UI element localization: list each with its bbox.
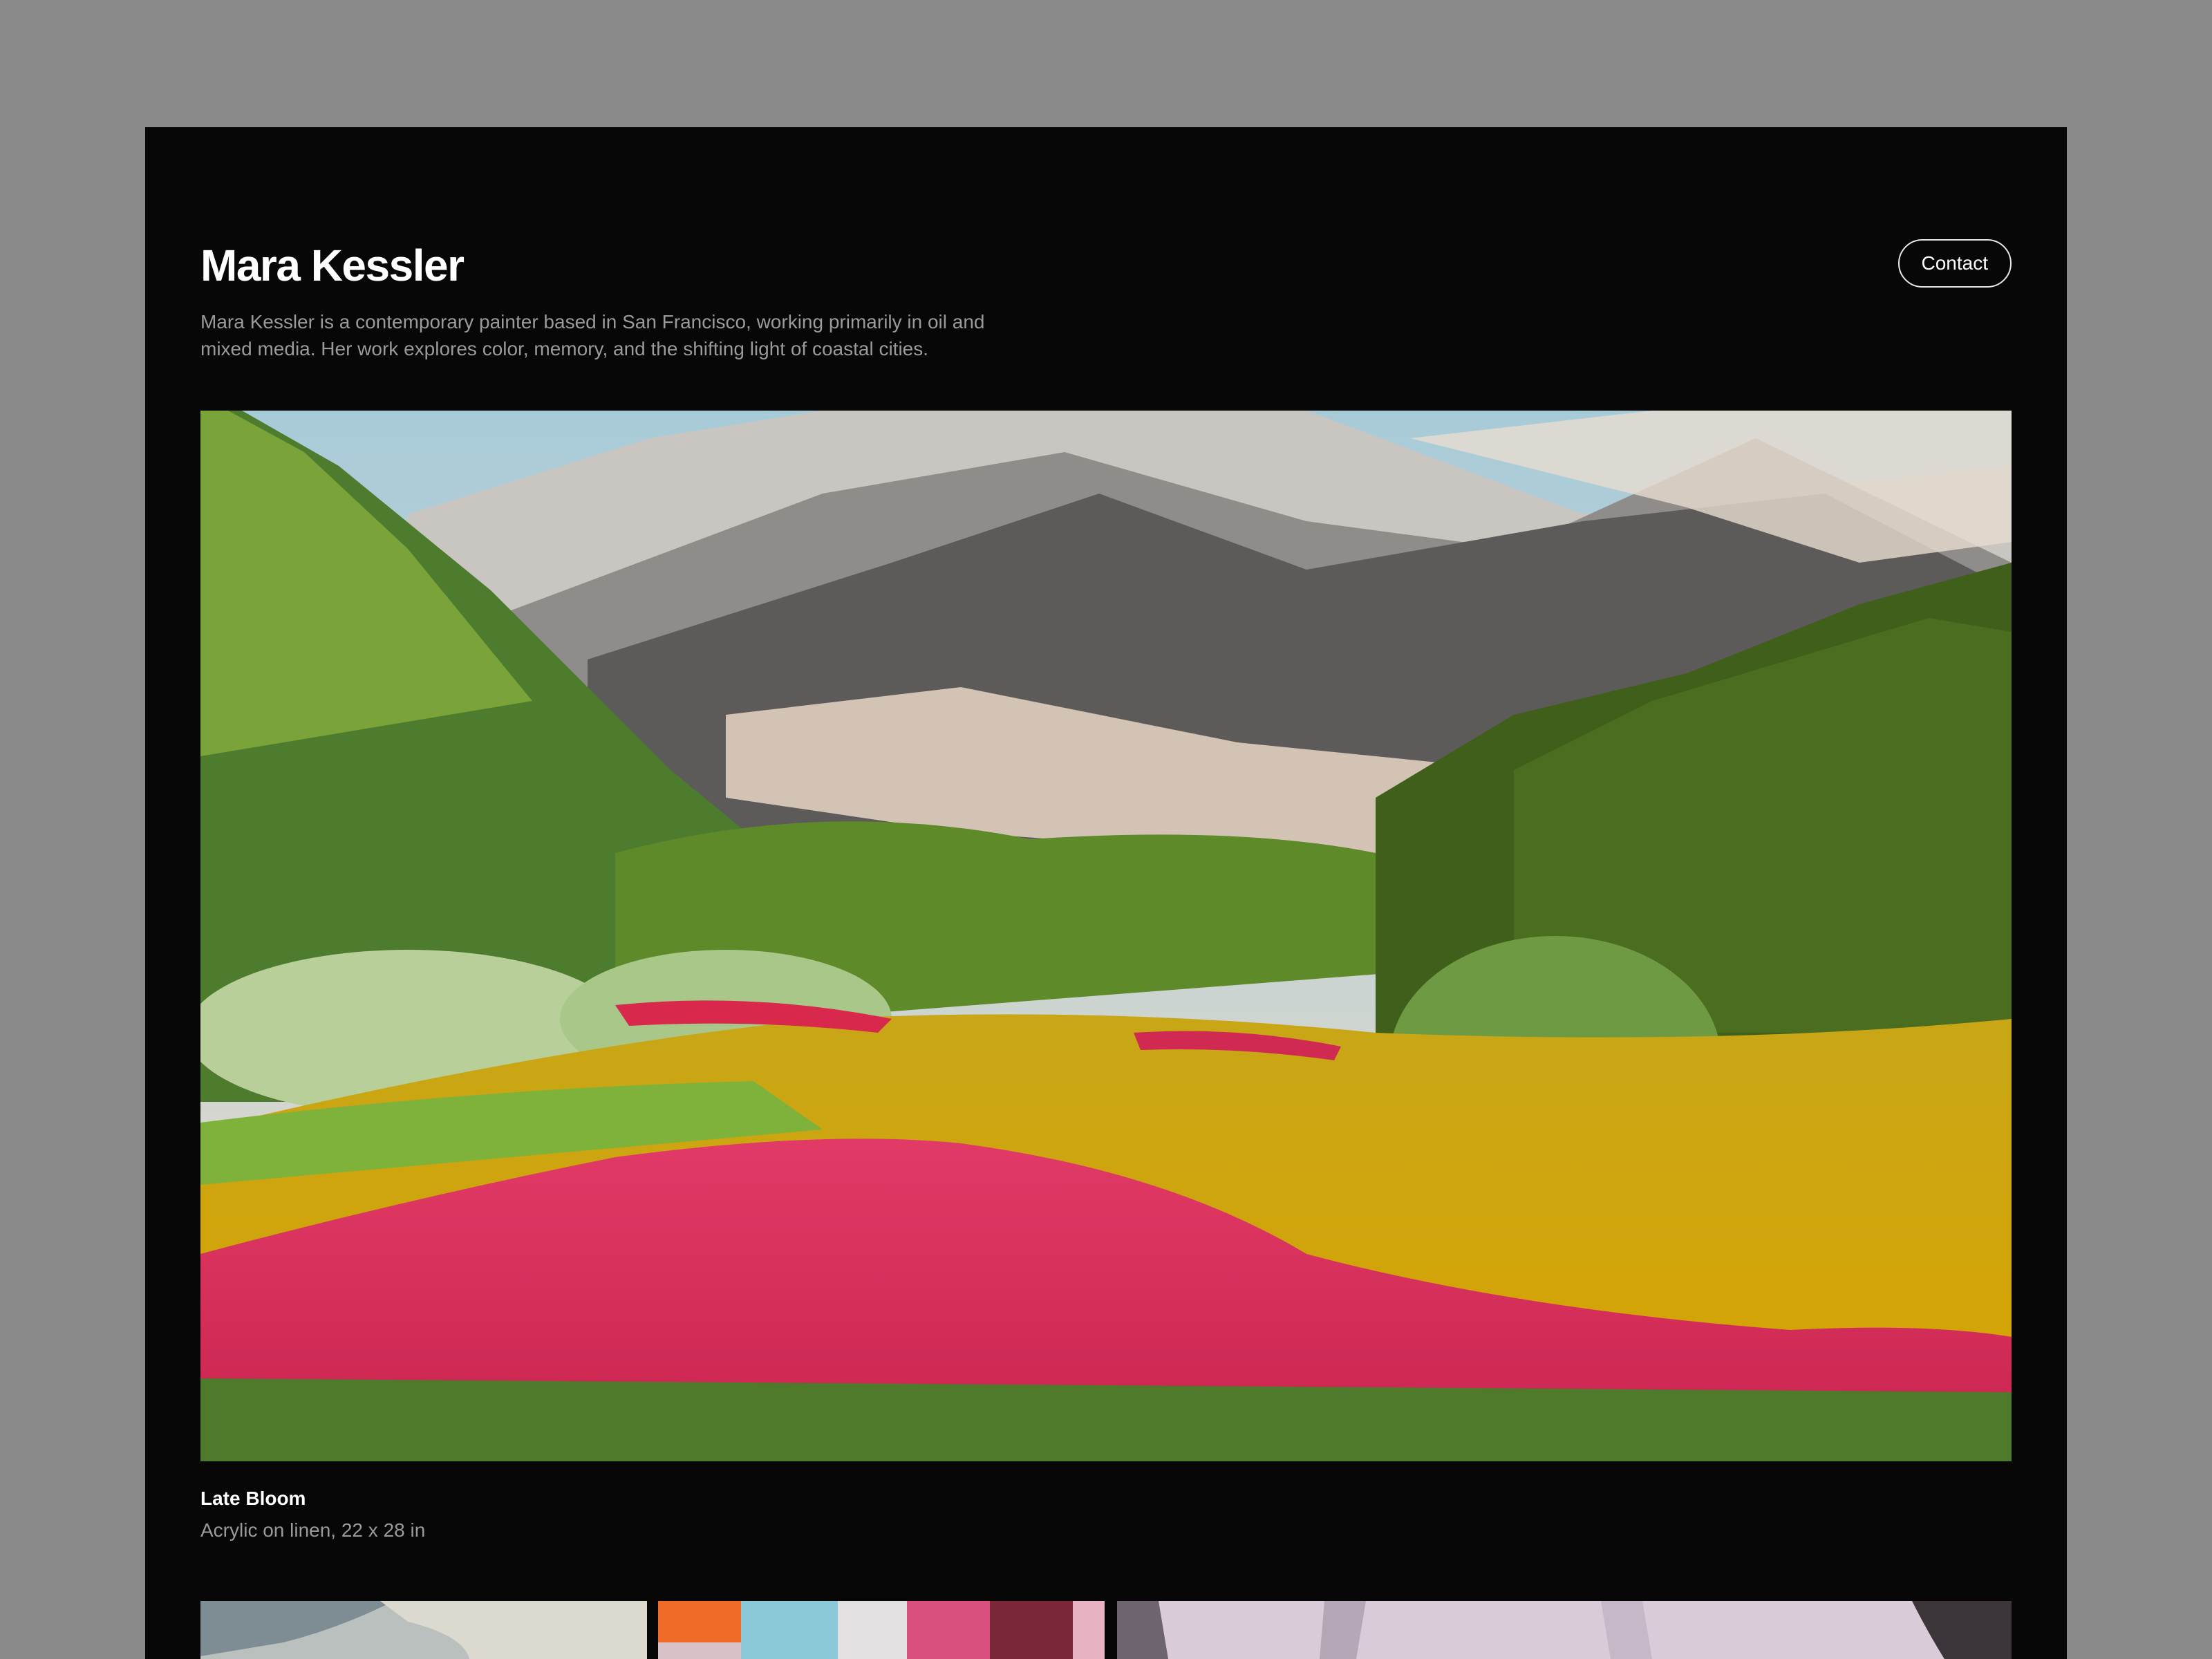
portfolio-page: Mara Kessler Mara Kessler is a contempor… [145, 127, 2067, 1659]
gallery-thumbnail[interactable] [200, 1601, 647, 1659]
artwork-caption: Late Bloom Acrylic on linen, 22 x 28 in [200, 1486, 425, 1543]
site-header: Mara Kessler Mara Kessler is a contempor… [200, 238, 2012, 362]
contact-button[interactable]: Contact [1897, 239, 2012, 288]
artist-name: Mara Kessler [200, 241, 465, 290]
artist-bio: Mara Kessler is a contemporary painter b… [200, 311, 985, 359]
landscape-painting [200, 411, 2012, 1461]
thumbnail-painting [200, 1601, 647, 1659]
featured-artwork-image[interactable] [200, 411, 2012, 1461]
artwork-title: Late Bloom [200, 1488, 306, 1509]
gallery-thumbnail[interactable] [1117, 1601, 2012, 1659]
thumbnail-painting [658, 1601, 1105, 1659]
gallery-thumbnail[interactable] [658, 1601, 1105, 1659]
artwork-details: Acrylic on linen, 22 x 28 in [200, 1519, 426, 1541]
thumbnail-painting [1117, 1601, 2012, 1659]
